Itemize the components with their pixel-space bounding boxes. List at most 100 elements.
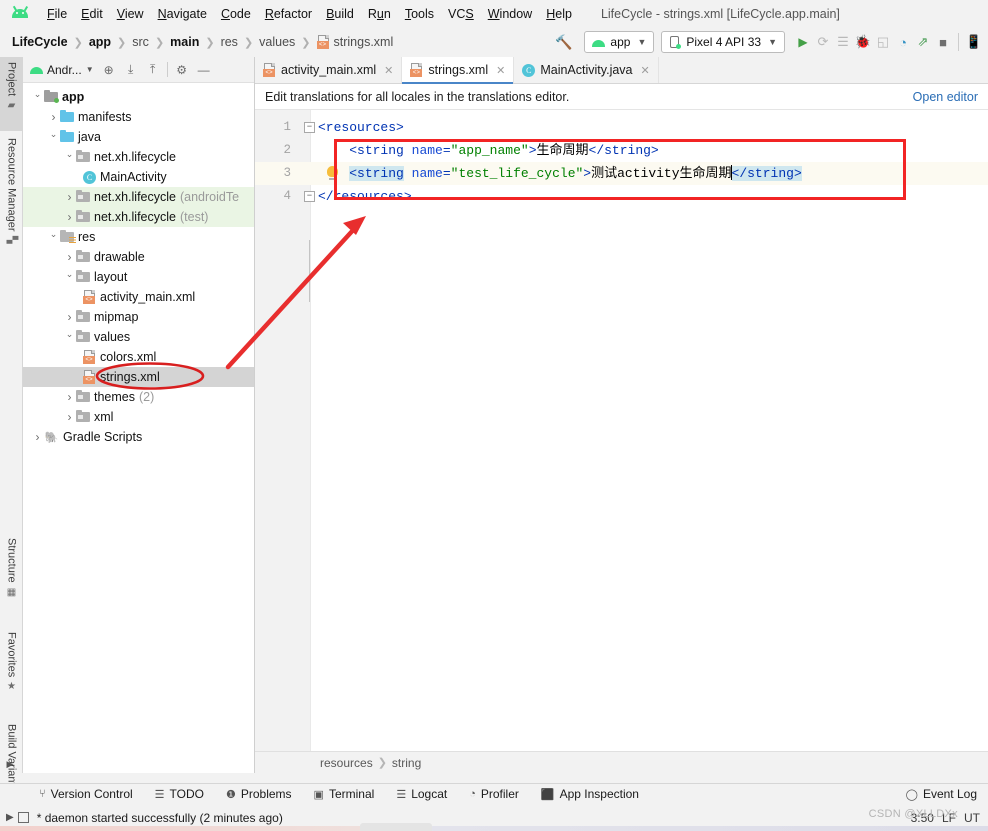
- stop-button[interactable]: ■: [933, 31, 953, 53]
- sidebar-item-project[interactable]: Project ▰: [0, 57, 23, 131]
- status-square-icon[interactable]: [17, 812, 29, 823]
- open-editor-link[interactable]: Open editor: [913, 90, 978, 104]
- sidebar-item-resource-manager[interactable]: Resource Manager ▚: [0, 133, 23, 278]
- settings-gear-icon[interactable]: ⚙: [172, 60, 192, 80]
- toolwindow-profiler[interactable]: ◔ Profiler: [458, 787, 530, 801]
- chevron-right-icon[interactable]: [63, 210, 76, 224]
- tree-item-java[interactable]: java: [23, 127, 254, 147]
- project-view-selector[interactable]: Andr... ▼: [27, 63, 97, 77]
- tree-item-package-main[interactable]: net.xh.lifecycle: [23, 147, 254, 167]
- apply-changes-button[interactable]: ⟳: [813, 31, 833, 53]
- close-icon[interactable]: ✕: [641, 64, 650, 77]
- chevron-down-icon[interactable]: [63, 272, 76, 283]
- menu-view[interactable]: View: [110, 5, 151, 23]
- menu-run[interactable]: Run: [361, 5, 398, 23]
- taskbar-button[interactable]: [360, 823, 432, 831]
- code-editor[interactable]: 1 − <resources> 2 <string name="app_name…: [255, 110, 988, 751]
- menu-help[interactable]: Help: [539, 5, 579, 23]
- menu-edit[interactable]: Edit: [74, 5, 110, 23]
- chevron-right-icon[interactable]: [63, 250, 76, 264]
- close-icon[interactable]: ✕: [496, 64, 505, 77]
- tree-item-drawable[interactable]: drawable: [23, 247, 254, 267]
- attach-debugger-button[interactable]: ◱: [873, 31, 893, 53]
- tree-item-layout[interactable]: layout: [23, 267, 254, 287]
- tree-item-package-test[interactable]: net.xh.lifecycle (test): [23, 207, 254, 227]
- run-button[interactable]: ▶: [793, 31, 813, 53]
- chevron-right-icon[interactable]: [63, 310, 76, 324]
- menu-code[interactable]: Code: [214, 5, 258, 23]
- tree-item-themes[interactable]: themes (2): [23, 387, 254, 407]
- sidebar-item-favorites[interactable]: Favorites ★: [0, 627, 23, 717]
- locate-file-icon[interactable]: ⊕: [99, 60, 119, 80]
- toolwindow-app-inspection[interactable]: ⬛ App Inspection: [530, 787, 650, 801]
- breadcrumb-string[interactable]: string: [392, 756, 421, 770]
- device-selector[interactable]: Pixel 4 API 33 ▼: [661, 31, 785, 53]
- chevron-right-icon[interactable]: [63, 390, 76, 404]
- tree-item-mipmap[interactable]: mipmap: [23, 307, 254, 327]
- hammer-icon[interactable]: 🔨: [555, 34, 572, 51]
- tab-activity-main-xml[interactable]: <> activity_main.xml ✕: [255, 57, 403, 83]
- expand-all-icon[interactable]: ⤓: [121, 60, 141, 80]
- crumb-values[interactable]: values: [257, 35, 297, 49]
- crumb-src[interactable]: src: [130, 35, 151, 49]
- expand-arrow-icon[interactable]: ▶: [6, 812, 14, 823]
- menu-vcs[interactable]: VCS: [441, 5, 481, 23]
- chevron-right-icon[interactable]: [63, 190, 76, 204]
- module-selector[interactable]: app ▼: [584, 31, 655, 53]
- crumb-app[interactable]: app: [87, 35, 113, 49]
- toolwindow-event-log[interactable]: ◯ Event Log: [895, 787, 988, 801]
- fold-collapse-icon[interactable]: −: [304, 122, 315, 133]
- tree-item-manifests[interactable]: manifests: [23, 107, 254, 127]
- tree-item-package-androidtest[interactable]: net.xh.lifecycle (androidTe: [23, 187, 254, 207]
- chevron-down-icon[interactable]: [31, 92, 44, 103]
- debug-button[interactable]: 🐞: [853, 31, 873, 53]
- breadcrumb-resources[interactable]: resources: [320, 756, 373, 770]
- menu-navigate[interactable]: Navigate: [151, 5, 214, 23]
- menu-file[interactable]: File: [40, 5, 74, 23]
- tree-item-values[interactable]: values: [23, 327, 254, 347]
- crumb-strings-xml[interactable]: <> strings.xml: [315, 35, 396, 49]
- tree-item-gradle-scripts[interactable]: 🐘 Gradle Scripts: [23, 427, 254, 447]
- avd-manager-button[interactable]: 📱: [964, 31, 984, 53]
- chevron-right-icon[interactable]: [63, 410, 76, 424]
- line-number: 2: [283, 143, 291, 157]
- crumb-main[interactable]: main: [168, 35, 201, 49]
- chevron-right-icon[interactable]: [47, 110, 60, 124]
- chevron-down-icon[interactable]: [63, 152, 76, 163]
- tree-item-res[interactable]: res: [23, 227, 254, 247]
- toolwindow-logcat[interactable]: ☰ Logcat: [385, 787, 458, 801]
- sidebar-item-structure[interactable]: Structure ▦: [0, 533, 23, 625]
- menu-refactor[interactable]: Refactor: [258, 5, 319, 23]
- profile-button[interactable]: ⇗: [913, 31, 933, 53]
- tree-item-strings-xml[interactable]: <> strings.xml: [23, 367, 254, 387]
- chevron-right-icon[interactable]: [31, 430, 44, 444]
- fold-collapse-icon[interactable]: −: [304, 191, 315, 202]
- menu-window[interactable]: Window: [481, 5, 539, 23]
- toolwindow-problems[interactable]: ❶ Problems: [215, 787, 303, 801]
- chevron-down-icon[interactable]: [47, 232, 60, 243]
- tree-item-mainactivity[interactable]: C MainActivity: [23, 167, 254, 187]
- tool-window-bar: ⑂ Version Control ☰ TODO ❶ Problems ▣ Te…: [0, 783, 988, 804]
- toolwindow-todo[interactable]: ☰ TODO: [144, 787, 215, 801]
- tab-mainactivity-java[interactable]: C MainActivity.java ✕: [514, 57, 659, 83]
- left-scroll-indicator[interactable]: ▶: [0, 758, 20, 770]
- hide-panel-icon[interactable]: —: [194, 60, 214, 80]
- crumb-res[interactable]: res: [219, 35, 240, 49]
- chevron-down-icon[interactable]: [47, 132, 60, 143]
- collapse-all-icon[interactable]: ⤒: [143, 60, 163, 80]
- tree-item-colors-xml[interactable]: <> colors.xml: [23, 347, 254, 367]
- tree-item-app[interactable]: app: [23, 87, 254, 107]
- toolwindow-terminal[interactable]: ▣ Terminal: [303, 787, 386, 801]
- tab-strings-xml[interactable]: <> strings.xml ✕: [402, 57, 515, 84]
- profiler-button[interactable]: ◔: [893, 31, 913, 53]
- run-with-coverage-button[interactable]: ☰: [833, 31, 853, 53]
- crumb-lifecycle[interactable]: LifeCycle: [10, 35, 70, 49]
- close-icon[interactable]: ✕: [384, 64, 393, 77]
- menu-build[interactable]: Build: [319, 5, 361, 23]
- menu-tools[interactable]: Tools: [398, 5, 441, 23]
- chevron-down-icon[interactable]: [63, 332, 76, 343]
- tree-item-xml[interactable]: xml: [23, 407, 254, 427]
- file-encoding[interactable]: UT: [964, 811, 980, 825]
- toolwindow-version-control[interactable]: ⑂ Version Control: [28, 787, 144, 801]
- tree-item-activity-main-xml[interactable]: <> activity_main.xml: [23, 287, 254, 307]
